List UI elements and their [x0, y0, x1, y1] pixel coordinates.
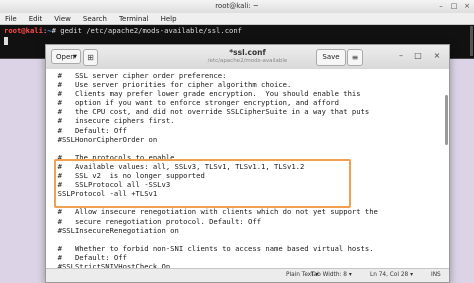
code-line: #SSLHonorCipherOrder on [49, 134, 158, 144]
terminal-output[interactable]: root@kali:~# gedit /etc/apache2/mods-ava… [4, 26, 242, 46]
code-line: # Clients may prefer lower grade encrypt… [49, 89, 361, 99]
text-editor[interactable]: # SSL server cipher order preference: # … [46, 69, 449, 271]
code-line: # insecure ciphers first. [49, 116, 175, 126]
terminal-scrollbar[interactable] [470, 26, 473, 56]
menu-view[interactable]: View [54, 13, 71, 24]
cursor-position[interactable]: Ln 74, Col 28 ▾ [370, 269, 413, 282]
menu-terminal[interactable]: Terminal [119, 13, 149, 24]
cursor-position-label: Ln 74, Col 28 [370, 272, 409, 278]
code-line: # SSL server cipher order preference: [49, 71, 227, 80]
menu-search[interactable]: Search [83, 13, 107, 24]
editor-scrollbar[interactable] [445, 95, 448, 145]
hamburger-icon: ≡ [351, 53, 359, 62]
minimize-icon[interactable]: – [437, 2, 445, 10]
minimize-icon[interactable]: – [396, 51, 406, 60]
document-path: /etc/apache2/mods-available [207, 58, 288, 64]
code-line: #SSLInsecureRenegotiation on [49, 225, 179, 235]
hamburger-menu-button[interactable]: ≡ [347, 49, 363, 66]
code-line: # Use server priorities for cipher algor… [49, 80, 292, 90]
tab-width-dropdown[interactable]: Tab Width: 8 ▾ [311, 269, 352, 282]
terminal-titlebar: root@kali: ~ – □ × [0, 0, 474, 14]
gedit-headerbar: Open ▼ ⊞ *ssl.conf /etc/apache2/mods-ava… [46, 45, 449, 70]
terminal-cursor [4, 37, 8, 45]
code-line: # the CPU cost, and did not override SSL… [49, 107, 370, 117]
close-icon[interactable]: × [432, 51, 442, 60]
code-line: # Whether to forbid non-SNI clients to a… [49, 243, 374, 253]
code-line: # option if you want to enforce stronger… [49, 98, 339, 108]
terminal-command: gedit /etc/apache2/mods-available/ssl.co… [55, 26, 243, 35]
terminal-menubar: File Edit View Search Terminal Help [0, 13, 474, 25]
highlight-annotation [54, 159, 351, 208]
syntax-label: Plain Text [286, 272, 314, 278]
code-line: # Allow insecure renegotiation with clie… [49, 207, 378, 217]
menu-edit[interactable]: Edit [29, 13, 43, 24]
maximize-icon[interactable]: □ [450, 2, 458, 10]
status-bar: Plain Text ▾ Tab Width: 8 ▾ Ln 74, Col 2… [46, 268, 449, 282]
document-title: *ssl.conf [229, 48, 266, 57]
code-line: # Default: Off [49, 252, 127, 262]
save-button[interactable]: Save [316, 49, 346, 66]
maximize-icon[interactable]: □ [413, 51, 423, 60]
terminal-command-line: root@kali:~# gedit /etc/apache2/mods-ava… [4, 26, 242, 36]
prompt-user: root@kali [4, 26, 43, 35]
menu-help[interactable]: Help [161, 13, 177, 24]
menu-file[interactable]: File [5, 13, 17, 24]
insert-mode: INS [431, 272, 441, 278]
terminal-title: root@kali: ~ [215, 2, 259, 10]
code-line: # secure renegotiation protocol. Default… [49, 216, 262, 226]
code-line: # Default: Off [49, 125, 127, 135]
close-icon[interactable]: × [463, 2, 471, 10]
gedit-window: Open ▼ ⊞ *ssl.conf /etc/apache2/mods-ava… [45, 44, 450, 283]
tab-width-label: Tab Width: 8 [311, 272, 347, 278]
